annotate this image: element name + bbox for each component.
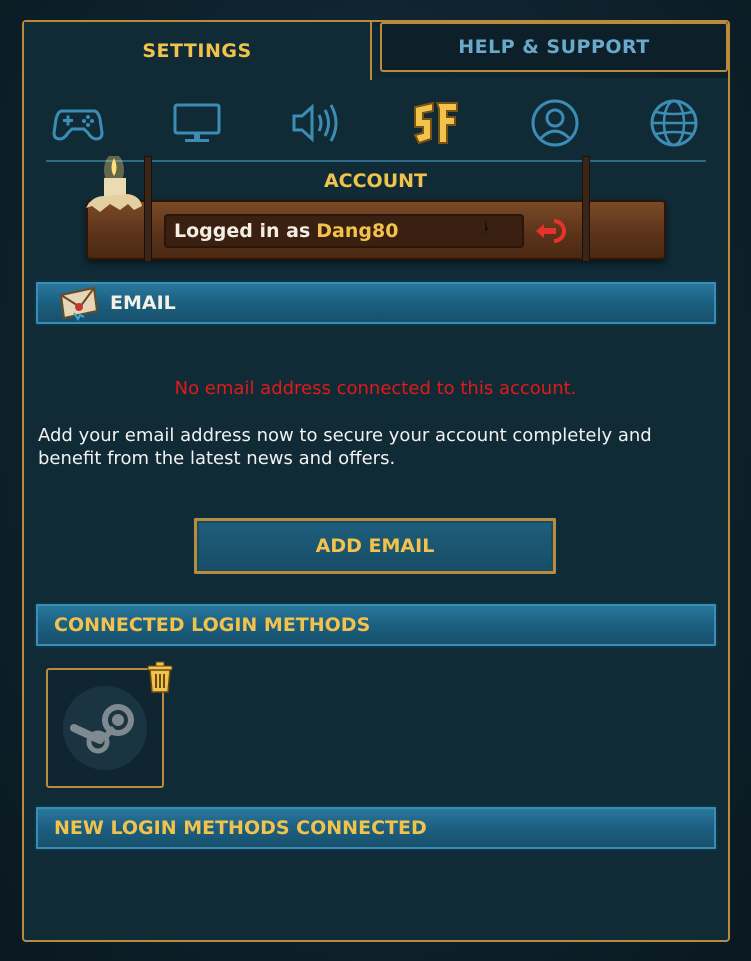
delete-method-button[interactable] [146, 660, 174, 694]
tab-settings[interactable]: SETTINGS [24, 22, 372, 80]
email-info: Add your email address now to secure you… [38, 425, 652, 469]
speaker-icon[interactable] [288, 95, 344, 151]
settings-category-row [46, 92, 706, 154]
user-icon[interactable] [527, 95, 583, 151]
connected-methods-title: CONNECTED LOGIN METHODS [54, 614, 371, 636]
trash-icon [147, 661, 173, 693]
plank-strap-right [582, 156, 590, 262]
plank-strap-left [144, 156, 152, 262]
new-methods-header: NEW LOGIN METHODS CONNECTED [34, 805, 718, 851]
tab-help-support[interactable]: HELP & SUPPORT [380, 22, 728, 72]
logout-button[interactable] [532, 214, 572, 248]
gamepad-icon[interactable] [50, 95, 106, 151]
new-methods-title: NEW LOGIN METHODS CONNECTED [54, 817, 427, 839]
logged-in-label: Logged in as [174, 220, 311, 242]
username: Dang80 [316, 220, 399, 242]
steam-icon [63, 686, 147, 770]
envelope-icon [59, 286, 99, 321]
logout-icon [536, 219, 566, 243]
monitor-icon[interactable] [169, 95, 225, 151]
sf-logo-icon[interactable] [408, 95, 464, 151]
globe-icon[interactable] [646, 95, 702, 151]
connected-methods-header: CONNECTED LOGIN METHODS [34, 602, 718, 648]
candle-icon [84, 154, 144, 226]
add-email-button[interactable]: ADD EMAIL [192, 516, 558, 576]
email-section-title: EMAIL [110, 292, 176, 314]
email-warning: No email address connected to this accou… [174, 378, 577, 399]
tri-blade-icon [466, 216, 504, 246]
email-section-header: EMAIL [34, 280, 718, 326]
